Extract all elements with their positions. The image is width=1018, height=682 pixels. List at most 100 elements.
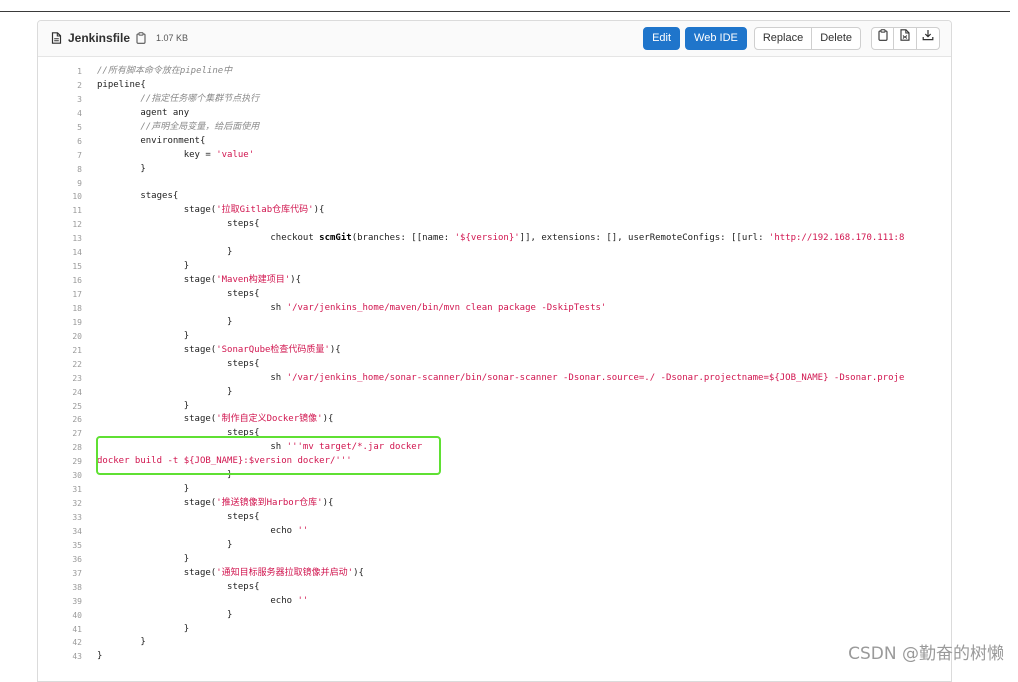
code-token: } [97, 623, 190, 634]
line-content: steps{ [97, 358, 260, 372]
line-number[interactable]: 4 [38, 107, 82, 121]
code-line: 15 } [38, 260, 951, 274]
code-line: 4 agent any [38, 107, 951, 121]
line-number[interactable]: 15 [38, 260, 82, 274]
code-token: 'value' [216, 149, 255, 160]
code-token: sh [97, 372, 287, 383]
code-token: //声明全局变量，给后面使用 [140, 121, 260, 132]
delete-button[interactable]: Delete [812, 27, 861, 50]
line-number[interactable]: 38 [38, 581, 82, 595]
code-token: echo [97, 525, 298, 536]
line-content: sh '/var/jenkins_home/sonar-scanner/bin/… [97, 372, 904, 386]
copy-contents-icon [877, 28, 888, 49]
line-number[interactable]: 8 [38, 163, 82, 177]
line-number[interactable]: 5 [38, 121, 82, 135]
edit-button[interactable]: Edit [643, 27, 681, 50]
replace-delete-group: Replace Delete [753, 27, 861, 50]
web-ide-button[interactable]: Web IDE [685, 27, 747, 50]
line-number[interactable]: 10 [38, 190, 82, 204]
line-number[interactable]: 6 [38, 135, 82, 149]
line-number[interactable]: 31 [38, 483, 82, 497]
code-line: 16 stage('Maven构建项目'){ [38, 274, 951, 288]
line-number[interactable]: 13 [38, 232, 82, 246]
line-content: //声明全局变量，给后面使用 [97, 121, 259, 135]
line-number[interactable]: 17 [38, 288, 82, 302]
code-token: } [97, 637, 146, 648]
code-token: steps{ [97, 219, 260, 230]
code-token: stage( [97, 414, 217, 425]
code-line: 22 steps{ [38, 358, 951, 372]
line-number[interactable]: 37 [38, 567, 82, 581]
line-number[interactable]: 33 [38, 511, 82, 525]
code-token: } [97, 553, 190, 564]
line-number[interactable]: 41 [38, 623, 82, 637]
line-number[interactable]: 42 [38, 636, 82, 650]
code-token: echo [97, 595, 298, 606]
line-number[interactable]: 2 [38, 79, 82, 93]
line-number[interactable]: 20 [38, 330, 82, 344]
code-line: 24 } [38, 386, 951, 400]
line-number[interactable]: 18 [38, 302, 82, 316]
line-number[interactable]: 27 [38, 427, 82, 441]
code-token: stages{ [97, 191, 179, 202]
download-button[interactable] [917, 27, 940, 50]
line-number[interactable]: 12 [38, 218, 82, 232]
line-number[interactable]: 25 [38, 400, 82, 414]
line-number[interactable]: 40 [38, 609, 82, 623]
line-number[interactable]: 24 [38, 386, 82, 400]
line-number[interactable]: 19 [38, 316, 82, 330]
line-number[interactable]: 23 [38, 372, 82, 386]
code-token: } [97, 247, 233, 258]
code-token: '${version}' [454, 233, 520, 244]
code-line: 32 stage('推送镜像到Harbor仓库'){ [38, 497, 951, 511]
open-raw-icon [900, 28, 910, 49]
line-content: agent any [97, 107, 189, 121]
line-number[interactable]: 30 [38, 469, 82, 483]
line-number[interactable]: 16 [38, 274, 82, 288]
line-content: stages{ [97, 190, 178, 204]
line-number[interactable]: 34 [38, 525, 82, 539]
code-line: 14 } [38, 246, 951, 260]
line-number[interactable]: 28 [38, 441, 82, 455]
file-size: 1.07 KB [156, 33, 189, 43]
code-line: 17 steps{ [38, 288, 951, 302]
code-token: steps{ [97, 581, 260, 592]
line-number[interactable]: 14 [38, 246, 82, 260]
code-line: 31 } [38, 483, 951, 497]
line-content: } [97, 316, 232, 330]
line-number[interactable]: 29 [38, 455, 82, 469]
code-token: stage( [97, 205, 217, 216]
line-content: checkout scmGit(branches: [[name: '${ver… [97, 232, 904, 246]
line-content: } [97, 609, 232, 623]
line-number[interactable]: 22 [38, 358, 82, 372]
code-line: 12 steps{ [38, 218, 951, 232]
line-number[interactable]: 39 [38, 595, 82, 609]
line-number[interactable]: 35 [38, 539, 82, 553]
code-line: 42 } [38, 636, 951, 650]
line-number[interactable]: 32 [38, 497, 82, 511]
line-number[interactable]: 36 [38, 553, 82, 567]
line-number[interactable]: 3 [38, 93, 82, 107]
line-number[interactable]: 11 [38, 204, 82, 218]
code-token: 'http://192.168.170.111:8 [768, 233, 905, 244]
copy-contents-button[interactable] [871, 27, 894, 50]
line-number[interactable]: 9 [38, 177, 82, 191]
code-token: '/var/jenkins_home/sonar-scanner/bin/son… [286, 372, 905, 383]
line-number[interactable]: 43 [38, 650, 82, 664]
line-content: stage('拉取Gitlab仓库代码'){ [97, 204, 325, 218]
code-line: 11 stage('拉取Gitlab仓库代码'){ [38, 204, 951, 218]
replace-button[interactable]: Replace [753, 27, 813, 50]
download-icon [922, 28, 934, 49]
file-tools-group [871, 27, 940, 50]
copy-path-icon[interactable] [136, 32, 146, 44]
open-raw-button[interactable] [894, 27, 917, 50]
line-content: key = 'value' [97, 149, 254, 163]
code-line: 1 //所有脚本命令放在pipeline中 [38, 65, 951, 79]
line-content: } [97, 260, 189, 274]
line-content: } [97, 623, 189, 637]
line-content: stage('制作自定义Docker镜像'){ [97, 413, 334, 427]
line-number[interactable]: 26 [38, 413, 82, 427]
line-number[interactable]: 1 [38, 65, 82, 79]
line-number[interactable]: 21 [38, 344, 82, 358]
line-number[interactable]: 7 [38, 149, 82, 163]
